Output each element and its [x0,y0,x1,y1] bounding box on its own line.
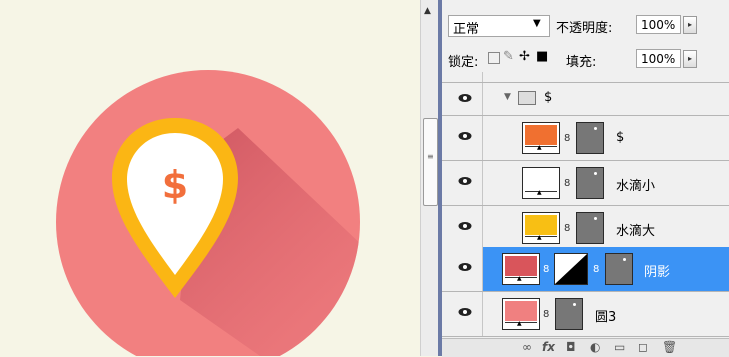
layers-bottom-toolbar: ∞ fx ◘ ◐ ▭ ◻ 🗑 [442,338,729,357]
link-icon: 8 [543,264,550,275]
add-mask-icon[interactable]: ◘ [566,340,576,354]
visibility-cell [442,83,483,115]
layer-drop-large[interactable]: ▲ 8 水滴大 [442,206,729,251]
eye-icon[interactable] [458,131,472,141]
layer-mask-thumbnail [576,212,604,244]
group-expand-icon[interactable]: ▼ [504,92,511,102]
layer-thumbnail: ▲ [502,298,540,330]
layer-group[interactable]: ▼ $ [442,83,729,116]
scroll-up-arrow-icon[interactable]: ▲ [424,6,431,16]
lock-row: 锁定: ✎ ✢ ■ 填充: 100% ▸ [442,49,729,73]
gradient-mask-thumbnail [554,253,588,285]
layer-mask-thumbnail [555,298,583,330]
blend-row: 正常 ▼ 不透明度: 100% ▸ [442,15,729,39]
visibility-cell [442,247,483,291]
lock-paint-icon[interactable]: ✎ [503,49,514,64]
visibility-cell [442,72,483,82]
link-icon: 8 [593,264,600,275]
dollar-symbol: $ [162,163,188,207]
group-name: $ [544,90,553,105]
fill-input[interactable]: 100% [636,49,681,68]
fill-label: 填充: [566,55,597,70]
eye-icon[interactable] [458,307,472,317]
layers-panel: 正常 ▼ 不透明度: 100% ▸ 锁定: ✎ ✢ ■ 填充: 100% ▸ ▼… [442,0,729,357]
lock-transparent-icon[interactable] [488,52,500,64]
blend-mode-select[interactable]: 正常 ▼ [448,15,550,37]
layer-drop-small[interactable]: ▲ 8 水滴小 [442,161,729,206]
layer-shadow[interactable]: ▲ 8 8 阴影 [442,247,729,292]
layer-mask-thumbnail [576,167,604,199]
lock-label: 锁定: [448,55,479,70]
canvas-scrollbar[interactable]: ▲ ≡ [420,0,439,356]
opacity-input[interactable]: 100% [636,15,681,34]
fx-icon[interactable]: fx [542,340,555,354]
layer-row-clipped[interactable] [442,72,729,83]
layer-thumbnail: ▲ [502,253,540,285]
delete-layer-icon[interactable]: 🗑 [662,340,677,354]
artwork-svg: $ [56,70,360,356]
link-icon: 8 [564,223,571,234]
layer-name: 阴影 [644,265,671,280]
new-group-icon[interactable]: ▭ [614,340,625,354]
visibility-cell [442,161,483,205]
eye-icon[interactable] [458,262,472,272]
layer-dollar[interactable]: ▲ 8 $ [442,116,729,161]
layer-thumbnail: ▲ [522,212,560,244]
layer-thumbnail: ▲ [522,167,560,199]
layer-mask-thumbnail [576,122,604,154]
link-icon: 8 [564,133,571,144]
layer-name: $ [616,130,625,145]
chevron-down-icon: ▼ [533,18,541,29]
layer-name: 水滴大 [616,224,656,239]
fill-slider-arrow-icon[interactable]: ▸ [683,50,697,68]
visibility-cell [442,206,483,250]
visibility-cell [442,116,483,160]
eye-icon[interactable] [458,176,472,186]
new-layer-icon[interactable]: ◻ [638,340,648,354]
opacity-slider-arrow-icon[interactable]: ▸ [683,16,697,34]
link-icon: 8 [564,178,571,189]
lock-all-icon[interactable]: ■ [536,49,548,64]
link-layers-icon[interactable]: ∞ [522,340,532,354]
folder-icon [518,91,536,105]
visibility-cell [442,292,483,336]
blend-mode-value: 正常 [453,22,480,37]
grip-icon: ≡ [427,152,434,161]
layer-circle3[interactable]: ▲ 8 圆3 [442,292,729,337]
eye-icon[interactable] [458,221,472,231]
scrollbar-thumb[interactable]: ≡ [423,118,438,206]
canvas-artwork[interactable]: $ [0,0,420,356]
adjustment-layer-icon[interactable]: ◐ [590,340,600,354]
layer-name: 水滴小 [616,179,656,194]
eye-icon[interactable] [458,93,472,103]
layer-thumbnail: ▲ [522,122,560,154]
lock-move-icon[interactable]: ✢ [519,49,530,64]
layer-mask-thumbnail [605,253,633,285]
layer-name: 圆3 [595,310,617,325]
link-icon: 8 [543,309,550,320]
opacity-label: 不透明度: [556,21,613,36]
